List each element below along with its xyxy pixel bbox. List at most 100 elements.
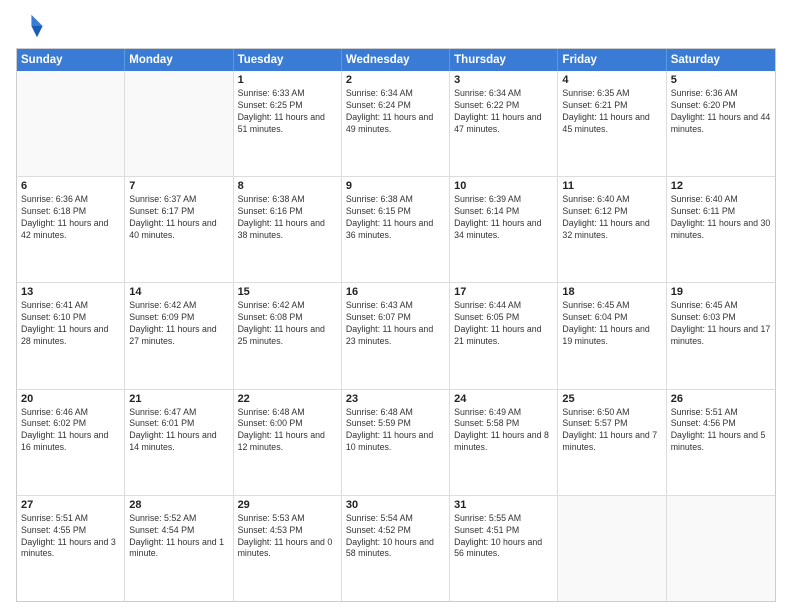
day-number: 18 (562, 286, 661, 298)
day-info: Sunrise: 6:39 AM Sunset: 6:14 PM Dayligh… (454, 194, 553, 242)
day-cell-8: 8Sunrise: 6:38 AM Sunset: 6:16 PM Daylig… (234, 177, 342, 282)
calendar-row-4: 20 Sunrise: 6:46 AM Sunset: 6:02 PM Dayli… (17, 390, 775, 496)
day-info: Sunrise: 6:34 AM Sunset: 6:24 PM Dayligh… (346, 88, 445, 136)
day-info: Sunrise: 5:51 AM Sunset: 4:56 PM Dayligh… (671, 407, 771, 455)
day-info: Sunrise: 6:33 AM Sunset: 6:25 PM Dayligh… (238, 88, 337, 136)
empty-cell (17, 71, 125, 176)
day-cell-7: 7 Sunrise: 6:37 AM Sunset: 6:17 PM Daylig… (125, 177, 233, 282)
day-info: Sunrise: 6:41 AM Sunset: 6:10 PM Dayligh… (21, 300, 120, 348)
day-info: Sunrise: 6:40 AM Sunset: 6:12 PM Dayligh… (562, 194, 661, 242)
day-number: 20 (21, 393, 120, 405)
day-cell-4: 4 Sunrise: 6:35 AM Sunset: 6:21 PM Daylig… (558, 71, 666, 176)
day-info: Sunrise: 6:47 AM Sunset: 6:01 PM Dayligh… (129, 407, 228, 455)
day-number: 6 (21, 180, 120, 192)
calendar-row-2: 6Sunrise: 6:36 AM Sunset: 6:18 PM Daylig… (17, 177, 775, 283)
day-info: Sunrise: 6:38 AM Sunset: 6:15 PM Dayligh… (346, 194, 445, 242)
day-cell-30: 30 Sunrise: 5:54 AM Sunset: 4:52 PM Dayli… (342, 496, 450, 601)
day-cell-5: 5 Sunrise: 6:36 AM Sunset: 6:20 PM Daylig… (667, 71, 775, 176)
header (16, 12, 776, 40)
day-cell-21: 21 Sunrise: 6:47 AM Sunset: 6:01 PM Dayli… (125, 390, 233, 495)
day-number: 7 (129, 180, 228, 192)
day-number: 19 (671, 286, 771, 298)
day-number: 14 (129, 286, 228, 298)
day-number: 28 (129, 499, 228, 511)
day-info: Sunrise: 6:43 AM Sunset: 6:07 PM Dayligh… (346, 300, 445, 348)
day-info: Sunrise: 6:36 AM Sunset: 6:20 PM Dayligh… (671, 88, 771, 136)
empty-cell (125, 71, 233, 176)
day-info: Sunrise: 6:37 AM Sunset: 6:17 PM Dayligh… (129, 194, 228, 242)
day-number: 17 (454, 286, 553, 298)
weekday-header-tuesday: Tuesday (234, 49, 342, 71)
day-number: 9 (346, 180, 445, 192)
day-info: Sunrise: 6:44 AM Sunset: 6:05 PM Dayligh… (454, 300, 553, 348)
calendar-body: 1 Sunrise: 6:33 AM Sunset: 6:25 PM Daylig… (17, 71, 775, 601)
day-info: Sunrise: 5:54 AM Sunset: 4:52 PM Dayligh… (346, 513, 445, 561)
calendar-row-3: 13 Sunrise: 6:41 AM Sunset: 6:10 PM Dayli… (17, 283, 775, 389)
day-cell-28: 28 Sunrise: 5:52 AM Sunset: 4:54 PM Dayli… (125, 496, 233, 601)
day-number: 23 (346, 393, 445, 405)
day-info: Sunrise: 5:53 AM Sunset: 4:53 PM Dayligh… (238, 513, 337, 561)
day-info: Sunrise: 5:55 AM Sunset: 4:51 PM Dayligh… (454, 513, 553, 561)
day-number: 10 (454, 180, 553, 192)
empty-cell (667, 496, 775, 601)
day-info: Sunrise: 6:42 AM Sunset: 6:08 PM Dayligh… (238, 300, 337, 348)
logo (16, 12, 48, 40)
day-cell-18: 18Sunrise: 6:45 AM Sunset: 6:04 PM Dayli… (558, 283, 666, 388)
day-number: 21 (129, 393, 228, 405)
day-info: Sunrise: 6:42 AM Sunset: 6:09 PM Dayligh… (129, 300, 228, 348)
day-cell-11: 11 Sunrise: 6:40 AM Sunset: 6:12 PM Dayli… (558, 177, 666, 282)
day-number: 30 (346, 499, 445, 511)
day-number: 3 (454, 74, 553, 86)
day-cell-19: 19Sunrise: 6:45 AM Sunset: 6:03 PM Dayli… (667, 283, 775, 388)
calendar-header: SundayMondayTuesdayWednesdayThursdayFrid… (17, 49, 775, 71)
day-number: 4 (562, 74, 661, 86)
empty-cell (558, 496, 666, 601)
day-number: 5 (671, 74, 771, 86)
day-number: 12 (671, 180, 771, 192)
day-cell-25: 25Sunrise: 6:50 AM Sunset: 5:57 PM Dayli… (558, 390, 666, 495)
day-cell-6: 6Sunrise: 6:36 AM Sunset: 6:18 PM Daylig… (17, 177, 125, 282)
day-cell-10: 10 Sunrise: 6:39 AM Sunset: 6:14 PM Dayli… (450, 177, 558, 282)
weekday-header-friday: Friday (558, 49, 666, 71)
day-cell-1: 1 Sunrise: 6:33 AM Sunset: 6:25 PM Daylig… (234, 71, 342, 176)
day-cell-3: 3Sunrise: 6:34 AM Sunset: 6:22 PM Daylig… (450, 71, 558, 176)
day-number: 22 (238, 393, 337, 405)
weekday-header-saturday: Saturday (667, 49, 775, 71)
day-cell-15: 15 Sunrise: 6:42 AM Sunset: 6:08 PM Dayli… (234, 283, 342, 388)
weekday-header-wednesday: Wednesday (342, 49, 450, 71)
day-number: 15 (238, 286, 337, 298)
day-info: Sunrise: 6:35 AM Sunset: 6:21 PM Dayligh… (562, 88, 661, 136)
day-info: Sunrise: 6:48 AM Sunset: 5:59 PM Dayligh… (346, 407, 445, 455)
day-number: 26 (671, 393, 771, 405)
day-info: Sunrise: 6:50 AM Sunset: 5:57 PM Dayligh… (562, 407, 661, 455)
calendar-row-1: 1 Sunrise: 6:33 AM Sunset: 6:25 PM Daylig… (17, 71, 775, 177)
day-number: 1 (238, 74, 337, 86)
weekday-header-thursday: Thursday (450, 49, 558, 71)
logo-icon (16, 12, 44, 40)
day-number: 2 (346, 74, 445, 86)
day-number: 31 (454, 499, 553, 511)
day-cell-23: 23 Sunrise: 6:48 AM Sunset: 5:59 PM Dayli… (342, 390, 450, 495)
day-cell-14: 14 Sunrise: 6:42 AM Sunset: 6:09 PM Dayli… (125, 283, 233, 388)
weekday-header-monday: Monday (125, 49, 233, 71)
day-cell-22: 22Sunrise: 6:48 AM Sunset: 6:00 PM Dayli… (234, 390, 342, 495)
day-cell-26: 26 Sunrise: 5:51 AM Sunset: 4:56 PM Dayli… (667, 390, 775, 495)
weekday-header-sunday: Sunday (17, 49, 125, 71)
day-cell-2: 2 Sunrise: 6:34 AM Sunset: 6:24 PM Daylig… (342, 71, 450, 176)
day-cell-24: 24Sunrise: 6:49 AM Sunset: 5:58 PM Dayli… (450, 390, 558, 495)
day-number: 11 (562, 180, 661, 192)
day-info: Sunrise: 6:49 AM Sunset: 5:58 PM Dayligh… (454, 407, 553, 455)
page: SundayMondayTuesdayWednesdayThursdayFrid… (0, 0, 792, 612)
day-info: Sunrise: 5:52 AM Sunset: 4:54 PM Dayligh… (129, 513, 228, 561)
day-number: 27 (21, 499, 120, 511)
day-number: 29 (238, 499, 337, 511)
calendar: SundayMondayTuesdayWednesdayThursdayFrid… (16, 48, 776, 602)
day-info: Sunrise: 6:40 AM Sunset: 6:11 PM Dayligh… (671, 194, 771, 242)
day-cell-17: 17 Sunrise: 6:44 AM Sunset: 6:05 PM Dayli… (450, 283, 558, 388)
day-cell-20: 20 Sunrise: 6:46 AM Sunset: 6:02 PM Dayli… (17, 390, 125, 495)
day-cell-31: 31 Sunrise: 5:55 AM Sunset: 4:51 PM Dayli… (450, 496, 558, 601)
day-number: 13 (21, 286, 120, 298)
day-cell-27: 27Sunrise: 5:51 AM Sunset: 4:55 PM Dayli… (17, 496, 125, 601)
day-cell-13: 13 Sunrise: 6:41 AM Sunset: 6:10 PM Dayli… (17, 283, 125, 388)
day-info: Sunrise: 6:46 AM Sunset: 6:02 PM Dayligh… (21, 407, 120, 455)
